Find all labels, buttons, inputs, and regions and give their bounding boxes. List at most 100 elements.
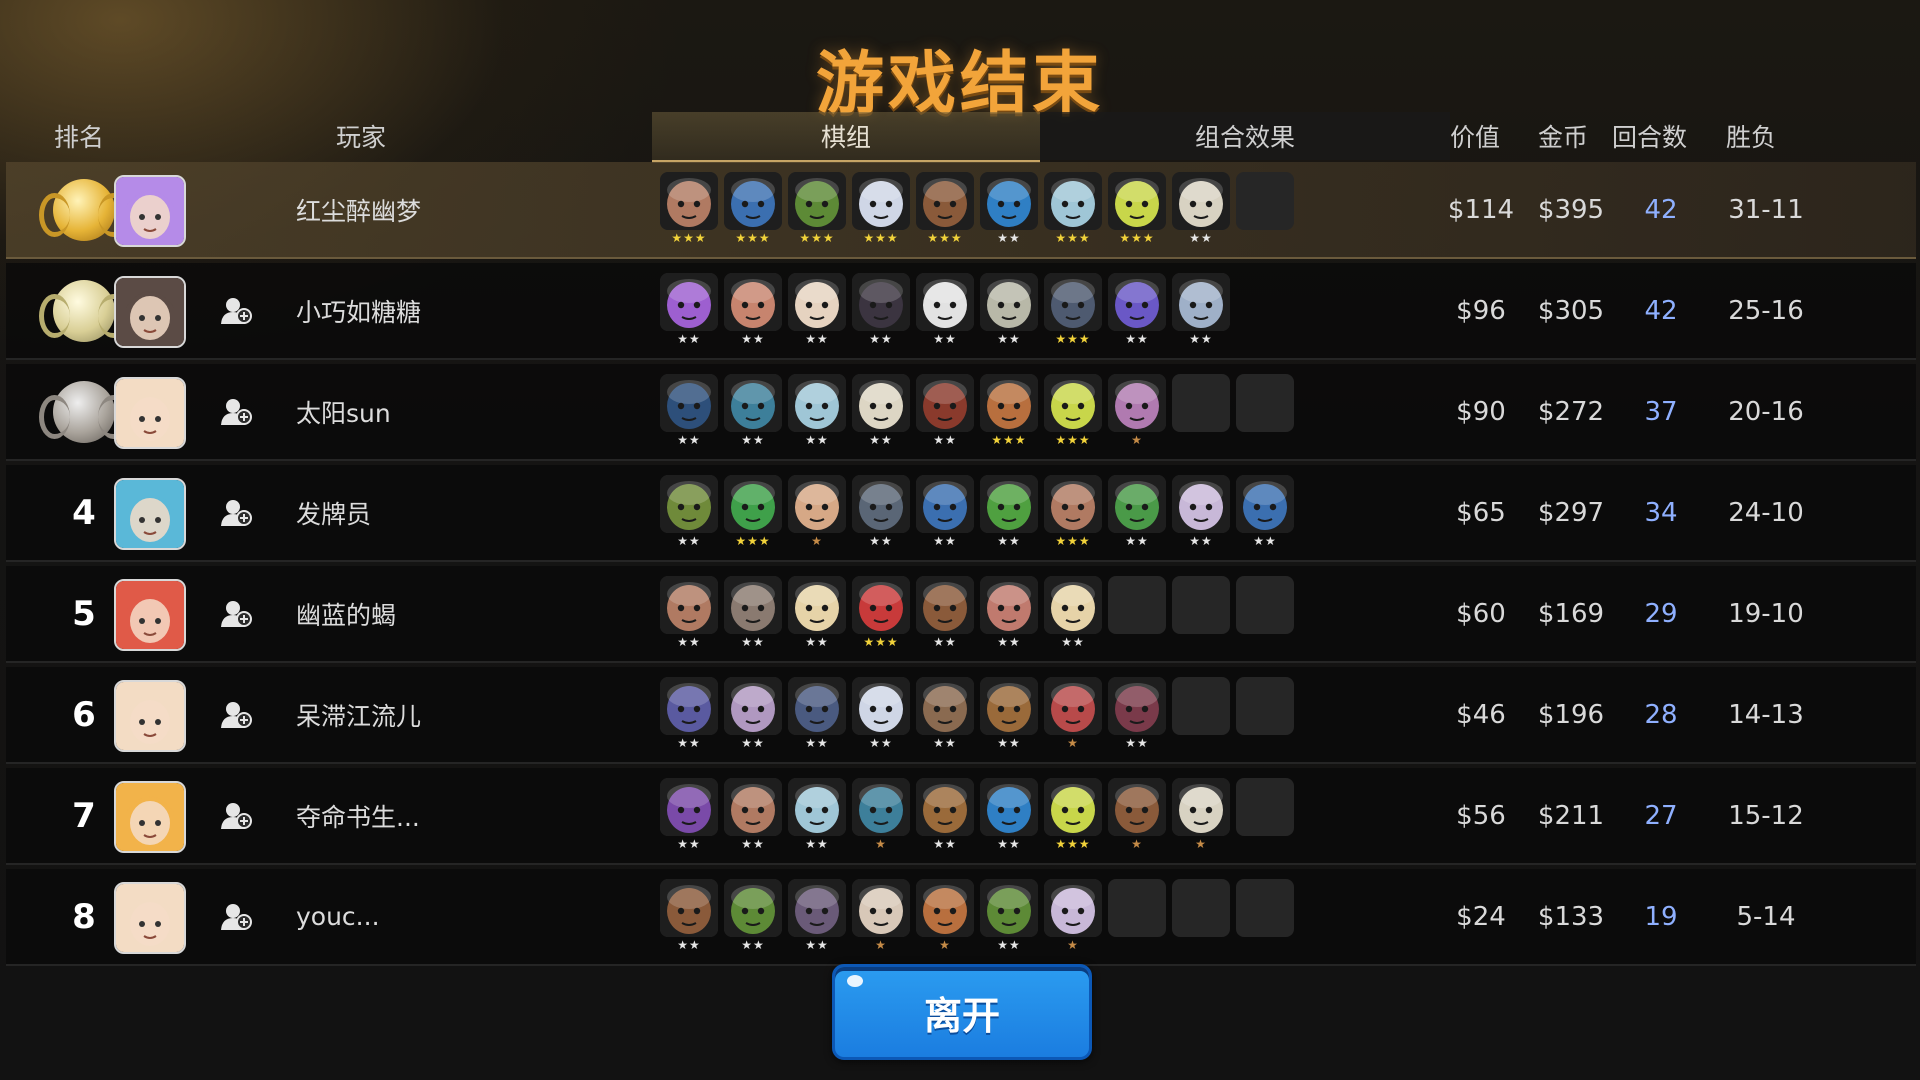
hero-portrait-icon — [1108, 172, 1166, 230]
unit-slot[interactable]: ★★ — [852, 374, 910, 447]
unit-slot[interactable]: ★★ — [660, 576, 718, 649]
unit-slot[interactable]: ★★ — [916, 778, 974, 851]
unit-slot[interactable]: ★★★ — [1044, 778, 1102, 851]
unit-slot[interactable]: ★★ — [852, 273, 910, 346]
unit-slot[interactable]: ★★ — [916, 374, 974, 447]
unit-slot[interactable]: ★★★ — [852, 172, 910, 245]
unit-slot[interactable]: ★★ — [788, 576, 846, 649]
unit-slot[interactable]: ★★ — [916, 677, 974, 750]
silver-medal-icon — [39, 279, 129, 342]
unit-slot[interactable]: ★★★ — [1044, 475, 1102, 548]
unit-slot[interactable]: ★★ — [1172, 273, 1230, 346]
unit-slot[interactable]: ★★ — [852, 677, 910, 750]
stat-rounds: 19 — [1644, 901, 1678, 932]
unit-slot[interactable]: ★ — [1172, 778, 1230, 851]
unit-slot[interactable]: ★★ — [788, 879, 846, 952]
unit-slot[interactable]: ★★ — [980, 879, 1038, 952]
leave-button[interactable]: 离开 — [832, 964, 1092, 1060]
unit-slot[interactable]: ★★ — [660, 778, 718, 851]
unit-slot[interactable]: ★ — [1044, 677, 1102, 750]
unit-slot[interactable]: ★★ — [980, 677, 1038, 750]
unit-slot[interactable]: ★★ — [980, 475, 1038, 548]
player-row[interactable]: 太阳sun ★★ ★★ ★★ ★★ ★★ ★★★ ★★★ ★ $90 $272 37 20-16 — [6, 364, 1916, 461]
unit-slot[interactable]: ★★ — [1236, 475, 1294, 548]
unit-slot[interactable]: ★ — [852, 778, 910, 851]
unit-slot[interactable]: ★★ — [724, 677, 782, 750]
add-friend-icon[interactable] — [220, 901, 252, 931]
unit-slot[interactable]: ★★ — [660, 879, 718, 952]
unit-slot[interactable]: ★★ — [788, 273, 846, 346]
player-row[interactable]: 小巧如糖糖 ★★ ★★ ★★ ★★ ★★ ★★ ★★★ ★★ ★★ $96 $305 42 25-16 — [6, 263, 1916, 360]
unit-slot[interactable]: ★ — [788, 475, 846, 548]
unit-slot[interactable]: ★★ — [660, 273, 718, 346]
unit-slot[interactable]: ★★ — [724, 273, 782, 346]
unit-slot[interactable]: ★★ — [852, 475, 910, 548]
unit-slot[interactable]: ★ — [916, 879, 974, 952]
star-rating-icon: ★★ — [997, 736, 1021, 750]
unit-slot[interactable]: ★★★ — [980, 374, 1038, 447]
unit-slot[interactable]: ★★★ — [1108, 172, 1166, 245]
unit-slot[interactable]: ★★ — [660, 374, 718, 447]
unit-slot[interactable]: ★★ — [724, 778, 782, 851]
unit-slot[interactable]: ★★ — [660, 677, 718, 750]
player-row[interactable]: 红尘醉幽梦 ★★★ ★★★ ★★★ ★★★ ★★★ ★★ ★★★ ★★★ ★★ $114 $395 42… — [6, 162, 1916, 259]
unit-slot[interactable]: ★ — [1044, 879, 1102, 952]
player-avatar[interactable] — [114, 478, 186, 550]
unit-slot[interactable]: ★★ — [1044, 576, 1102, 649]
unit-slot[interactable]: ★★ — [1172, 475, 1230, 548]
add-friend-icon[interactable] — [220, 699, 252, 729]
player-avatar[interactable] — [114, 175, 186, 247]
unit-slot[interactable]: ★★ — [1108, 273, 1166, 346]
unit-slot[interactable]: ★★ — [1108, 475, 1166, 548]
add-friend-icon[interactable] — [220, 396, 252, 426]
unit-slot[interactable]: ★★★ — [1044, 172, 1102, 245]
player-avatar[interactable] — [114, 579, 186, 651]
add-friend-icon[interactable] — [220, 800, 252, 830]
player-row[interactable]: 8 youc... ★★ ★★ ★★ ★ ★ ★★ ★ $24 $133 19 5-14 — [6, 869, 1916, 966]
unit-slot[interactable]: ★ — [1108, 374, 1166, 447]
player-row[interactable]: 6 呆滞江流儿 ★★ ★★ ★★ ★★ ★★ ★★ ★ ★★ $46 $196 28 14-13 — [6, 667, 1916, 764]
unit-slot[interactable]: ★★ — [916, 273, 974, 346]
add-friend-icon[interactable] — [220, 497, 252, 527]
unit-slot[interactable]: ★★ — [788, 677, 846, 750]
unit-slot[interactable]: ★★ — [660, 475, 718, 548]
unit-slot[interactable]: ★★ — [980, 273, 1038, 346]
unit-slot[interactable]: ★★ — [788, 374, 846, 447]
unit-slot[interactable]: ★★★ — [916, 172, 974, 245]
add-friend-icon[interactable] — [220, 598, 252, 628]
unit-slot[interactable]: ★★ — [724, 374, 782, 447]
unit-slot[interactable]: ★★★ — [660, 172, 718, 245]
player-avatar[interactable] — [114, 276, 186, 348]
unit-slot[interactable]: ★★ — [916, 475, 974, 548]
player-row[interactable]: 4 发牌员 ★★ ★★★ ★ ★★ ★★ ★★ ★★★ ★★ ★★ ★★ $65 $297 34 24-10 — [6, 465, 1916, 562]
add-friend-icon[interactable] — [220, 295, 252, 325]
unit-slot[interactable]: ★★ — [980, 172, 1038, 245]
unit-slot[interactable]: ★★ — [1108, 677, 1166, 750]
player-avatar[interactable] — [114, 377, 186, 449]
unit-slot[interactable]: ★★ — [788, 778, 846, 851]
tab-pieces[interactable]: 棋组 — [652, 112, 1040, 163]
player-row[interactable]: 5 幽蓝的蝎 ★★ ★★ ★★ ★★★ ★★ ★★ ★★ $60 $169 29 19-10 — [6, 566, 1916, 663]
unit-slot[interactable]: ★★★ — [1044, 374, 1102, 447]
unit-slot[interactable]: ★★ — [724, 576, 782, 649]
unit-slot[interactable]: ★★ — [1172, 172, 1230, 245]
unit-slot[interactable]: ★★ — [980, 576, 1038, 649]
unit-slot[interactable]: ★★ — [724, 879, 782, 952]
unit-slot[interactable]: ★★ — [980, 778, 1038, 851]
unit-slot[interactable]: ★ — [1108, 778, 1166, 851]
unit-slot[interactable]: ★★★ — [724, 172, 782, 245]
unit-slot[interactable]: ★★★ — [724, 475, 782, 548]
hero-portrait-icon — [916, 374, 974, 432]
unit-slot[interactable]: ★★★ — [788, 172, 846, 245]
unit-slot[interactable]: ★★ — [916, 576, 974, 649]
tab-synergy[interactable]: 组合效果 — [1040, 112, 1450, 160]
player-avatar[interactable] — [114, 680, 186, 752]
player-avatar[interactable] — [114, 781, 186, 853]
player-row[interactable]: 7 夺命书生... ★★ ★★ ★★ ★ ★★ ★★ ★★★ ★ ★ $56 $211 27 15-12 — [6, 768, 1916, 865]
hero-portrait-icon — [1044, 879, 1102, 937]
player-avatar[interactable] — [114, 882, 186, 954]
unit-slot[interactable]: ★★★ — [852, 576, 910, 649]
unit-slot[interactable]: ★★★ — [1044, 273, 1102, 346]
unit-slot[interactable]: ★ — [852, 879, 910, 952]
player-name: 夺命书生... — [296, 802, 420, 832]
